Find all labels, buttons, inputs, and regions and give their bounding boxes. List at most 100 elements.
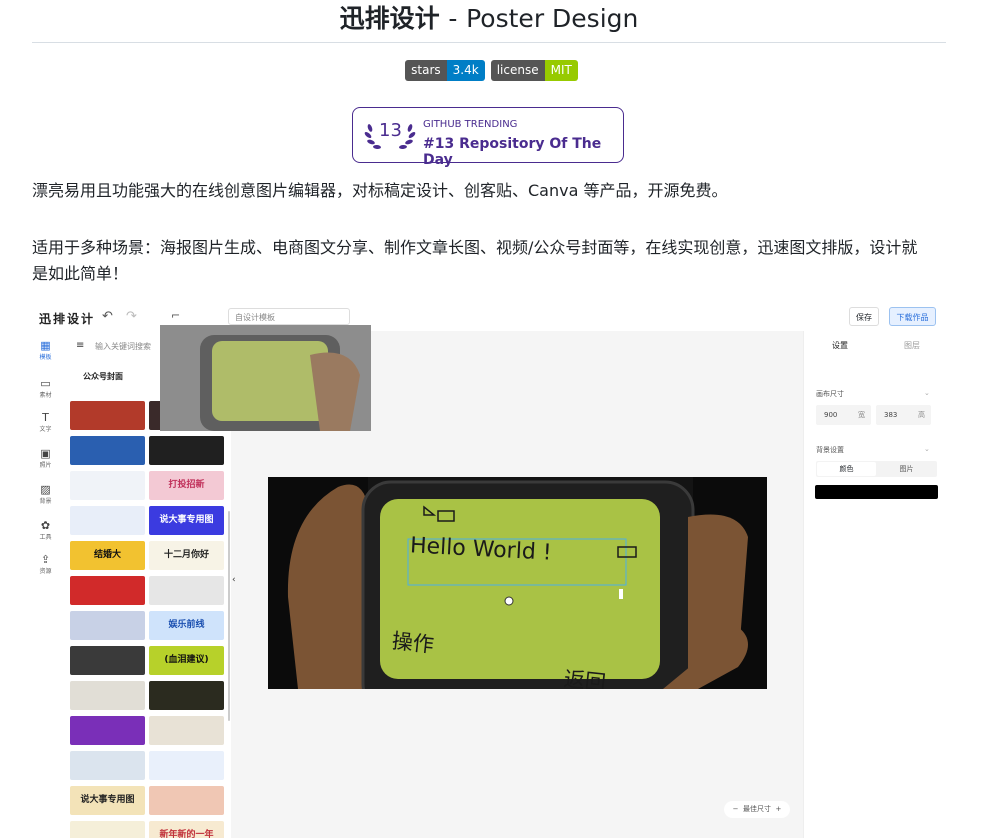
template-thumbnail[interactable]: 娱乐前线 — [149, 611, 224, 640]
panel-scrollbar[interactable] — [228, 511, 230, 721]
template-thumbnail[interactable] — [70, 821, 145, 838]
template-thumbnail[interactable] — [70, 576, 145, 605]
template-thumbnail[interactable]: 十二月你好 — [149, 541, 224, 570]
canvas-width-input[interactable]: 900 宽 — [816, 405, 871, 425]
template-name-input[interactable]: 自设计模板 — [228, 308, 350, 325]
title-separator: - — [448, 4, 458, 33]
rail-item-label: 工具 — [39, 534, 52, 541]
description-line-1: 漂亮易用且功能强大的在线创意图片编辑器，对标稿定设计、创客贴、Canva 等产品… — [32, 181, 728, 200]
image-icon: ▣ — [40, 447, 51, 460]
license-badge-label: license — [490, 60, 545, 81]
segment-color[interactable]: 颜色 — [817, 462, 876, 476]
trending-title: #13 Repository Of The Day — [423, 136, 602, 168]
rail-item-label: 文字 — [39, 426, 52, 433]
brush-icon: ▨ — [40, 483, 51, 496]
collapse-arrow-icon[interactable]: ‹ — [232, 575, 240, 589]
template-thumbnail[interactable] — [149, 576, 224, 605]
rail-item-0[interactable]: ▦ 模板 — [32, 339, 59, 361]
editor-logo: 迅排设计 — [39, 312, 96, 326]
template-thumbnail[interactable]: 说大事专用图 — [70, 786, 145, 815]
page-title: 迅排设计 - Poster Design — [32, 0, 946, 43]
description-line-2: 适用于多种场景：海报图片生成、电商图文分享、制作文章长图、视频/公众号封面等，在… — [32, 238, 918, 283]
left-rail: ▦ 模板 ▭ 素材 T 文字 ▣ 照片 ▨ 背景 ✿ 工具 ⇪ 资源 — [32, 331, 60, 838]
template-thumbnail[interactable] — [149, 786, 224, 815]
undo-icon[interactable]: ↶ — [102, 309, 113, 324]
chevron-down-icon[interactable]: ⌄ — [924, 445, 930, 453]
category-title: 公众号封面 — [83, 372, 123, 381]
download-button[interactable]: 下载作品 — [889, 307, 936, 326]
template-thumbnail[interactable]: 说大事专用图 — [149, 506, 224, 535]
template-thumbnail[interactable] — [149, 716, 224, 745]
rail-item-label: 背景 — [39, 498, 52, 505]
tool-icon: ✿ — [40, 519, 51, 532]
tab-layers[interactable]: 图层 — [904, 340, 920, 351]
rail-item-label: 模板 — [39, 354, 52, 361]
drag-preview-art — [160, 325, 371, 431]
poster-back-text: 返回 — [562, 666, 608, 689]
title-en: Poster Design — [466, 4, 639, 33]
canvas-width-value: 900 — [824, 411, 838, 419]
template-thumbnail[interactable] — [70, 751, 145, 780]
redo-icon[interactable]: ↷ — [126, 309, 137, 324]
text-icon: T — [42, 411, 49, 424]
license-badge[interactable]: license MIT — [490, 60, 578, 81]
github-trending-badge[interactable]: 13 GITHUB TRENDING #13 Repository Of The… — [352, 107, 624, 168]
stars-badge-value: 3.4k — [446, 60, 485, 81]
rail-item-4[interactable]: ▨ 背景 — [32, 483, 59, 505]
rail-item-label: 照片 — [39, 462, 52, 469]
template-thumbnail[interactable] — [70, 646, 145, 675]
template-thumbnail[interactable]: (血泪建议) — [149, 646, 224, 675]
background-type-toggle[interactable]: 颜色 图片 — [816, 461, 937, 477]
trending-label: GITHUB TRENDING — [423, 119, 518, 130]
poster-canvas[interactable]: Hello World ! 操作 返回 — [268, 477, 767, 689]
stars-badge-label: stars — [405, 60, 447, 81]
template-thumbnail[interactable] — [70, 716, 145, 745]
template-thumbnail[interactable] — [70, 681, 145, 710]
background-color-swatch[interactable] — [815, 485, 938, 499]
stars-badge[interactable]: stars 3.4k — [405, 60, 485, 81]
canvas-height-unit: 高 — [918, 411, 925, 419]
template-thumbnail[interactable]: 打投招新 — [149, 471, 224, 500]
trending-rank: 13 — [379, 120, 402, 141]
template-thumbnail[interactable] — [70, 436, 145, 465]
folder-icon: ▭ — [40, 377, 51, 390]
title-cn: 迅排设计 — [339, 4, 440, 33]
canvas-height-value: 383 — [884, 411, 898, 419]
zoom-control[interactable]: − 最佳尺寸 + — [724, 801, 790, 818]
drag-preview — [160, 325, 371, 431]
upload-icon: ⇪ — [40, 553, 51, 566]
template-thumbnail[interactable] — [149, 436, 224, 465]
badge-row: stars 3.4k license MIT — [0, 60, 983, 81]
canvas-height-input[interactable]: 383 高 — [876, 405, 931, 425]
rail-item-label: 素材 — [39, 392, 52, 399]
chevron-down-icon[interactable]: ⌄ — [924, 389, 930, 397]
canvas-width-unit: 宽 — [858, 411, 865, 419]
template-thumbnail[interactable] — [70, 506, 145, 535]
editor-screenshot: 迅排设计 ↶ ↷ ⌐ 自设计模板 保存 下载作品 ▦ 模板 ▭ 素材 T 文字 ▣ 照片 ▨ 背景… — [32, 303, 946, 838]
license-badge-value: MIT — [544, 60, 578, 81]
template-thumbnail[interactable]: 结婚大 — [70, 541, 145, 570]
segment-image[interactable]: 图片 — [877, 462, 936, 476]
background-setting-label: 背景设置 — [816, 446, 844, 454]
rail-item-label: 资源 — [39, 568, 52, 575]
canvas-size-label: 画布尺寸 — [816, 390, 844, 398]
rail-item-2[interactable]: T 文字 — [32, 411, 59, 433]
rail-item-1[interactable]: ▭ 素材 — [32, 377, 59, 399]
poster-art — [268, 477, 767, 689]
format-painter-icon[interactable]: ⌐ — [171, 309, 180, 322]
rail-item-5[interactable]: ✿ 工具 — [32, 519, 59, 541]
right-panel: 设置 图层 画布尺寸 ⌄ 900 宽 383 高 背景设置 ⌄ 颜色 图片 — [803, 331, 946, 838]
tab-settings[interactable]: 设置 — [832, 340, 848, 351]
menu-icon[interactable]: ≡ — [76, 340, 84, 351]
template-thumbnail[interactable] — [70, 401, 145, 430]
zoom-label: 最佳尺寸 — [743, 805, 771, 813]
template-thumbnail[interactable] — [70, 611, 145, 640]
rail-item-3[interactable]: ▣ 照片 — [32, 447, 59, 469]
save-button[interactable]: 保存 — [849, 307, 879, 326]
template-thumbnail[interactable] — [149, 751, 224, 780]
template-icon: ▦ — [40, 339, 51, 352]
rail-item-6[interactable]: ⇪ 资源 — [32, 553, 59, 575]
template-thumbnail[interactable] — [70, 471, 145, 500]
template-thumbnail[interactable]: 新年新的一年 — [149, 821, 224, 838]
template-thumbnail[interactable] — [149, 681, 224, 710]
